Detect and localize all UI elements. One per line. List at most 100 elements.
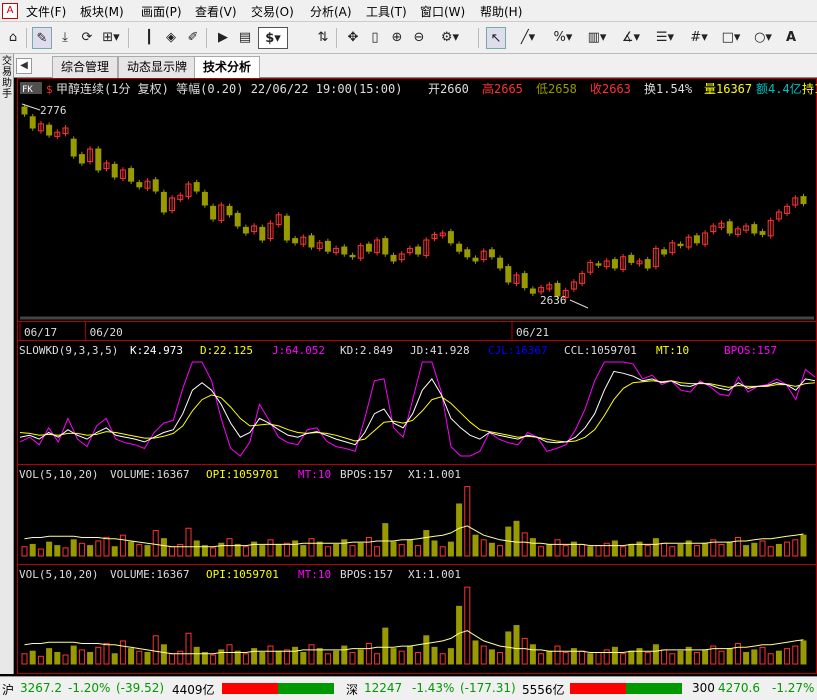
gear-icon[interactable]: ⚙▾ bbox=[436, 27, 464, 49]
volume-bar bbox=[784, 541, 791, 557]
candle-body bbox=[70, 138, 77, 157]
angle-icon[interactable]: ∡▾ bbox=[618, 27, 644, 49]
tab-back-icon[interactable]: ◀ bbox=[16, 58, 32, 74]
download-icon[interactable]: ⤓ bbox=[56, 27, 74, 49]
volume-bar bbox=[734, 643, 741, 665]
candle-body bbox=[242, 226, 249, 234]
move-icon[interactable]: ✥ bbox=[344, 27, 362, 49]
zoom-in-icon[interactable]: ⊕ bbox=[388, 27, 406, 49]
volume-bar bbox=[652, 644, 659, 665]
sh-amount: 4409亿 bbox=[172, 683, 215, 697]
candle-body bbox=[324, 240, 331, 252]
text-icon[interactable]: A bbox=[782, 27, 800, 49]
pause-icon[interactable]: ▯ bbox=[366, 27, 384, 49]
candle-body bbox=[759, 231, 766, 235]
volume-bar bbox=[513, 625, 520, 665]
cursor-icon[interactable]: ↖ bbox=[486, 27, 506, 49]
tab-overview[interactable]: 综合管理 bbox=[52, 56, 119, 78]
candle-body bbox=[529, 288, 536, 294]
volume-bar bbox=[423, 635, 430, 665]
volume-bar bbox=[497, 651, 504, 665]
dollar-icon[interactable]: $▾ bbox=[258, 27, 288, 49]
volume-bar bbox=[661, 649, 668, 665]
home-icon[interactable]: ⌂ bbox=[4, 27, 22, 49]
zoom-out-icon[interactable]: ⊖ bbox=[410, 27, 428, 49]
volume-bar bbox=[480, 645, 487, 665]
trade-assistant-tab[interactable]: 交易助手 bbox=[1, 56, 13, 116]
volume-bar bbox=[538, 653, 545, 665]
volume-bar bbox=[283, 542, 290, 557]
menu-view-pane[interactable]: 画面(P) bbox=[141, 3, 182, 20]
hlines-icon[interactable]: ☰▾ bbox=[652, 27, 678, 49]
candle-body bbox=[210, 205, 217, 220]
volume-bar bbox=[21, 653, 28, 665]
volume-bar bbox=[128, 541, 135, 557]
menu-view[interactable]: 查看(V) bbox=[195, 3, 237, 20]
menu-window[interactable]: 窗口(W) bbox=[420, 3, 465, 20]
menu-trade[interactable]: 交易(O) bbox=[251, 3, 294, 20]
candle-body bbox=[152, 179, 159, 192]
hashgrid-icon[interactable]: #▾ bbox=[686, 27, 712, 49]
refresh-icon[interactable]: ⟳ bbox=[78, 27, 96, 49]
pencil-icon[interactable]: ✎ bbox=[32, 27, 52, 49]
chart-area[interactable]: FK $ 甲醇连续(1分 复权) 等幅(0.20) 22/06/22 19:00… bbox=[14, 78, 817, 674]
volume-bar bbox=[431, 646, 438, 665]
volume-bar bbox=[800, 640, 807, 665]
candle-body bbox=[488, 249, 495, 258]
slowkd-kd: KD:2.849 bbox=[340, 344, 393, 357]
volume-bar bbox=[316, 648, 323, 665]
grid-icon[interactable]: ⊞▾ bbox=[100, 27, 122, 49]
volume-bar bbox=[775, 650, 782, 665]
volume-bar bbox=[46, 541, 53, 557]
volume-bar bbox=[300, 651, 307, 665]
tab-dynamic-board[interactable]: 动态显示牌 bbox=[118, 56, 197, 78]
circle-icon[interactable]: ○▾ bbox=[750, 27, 776, 49]
percent-icon[interactable]: %▾ bbox=[550, 27, 576, 49]
candle-body bbox=[497, 257, 504, 269]
volume-bar bbox=[456, 503, 463, 557]
candle-body bbox=[136, 182, 143, 188]
candle-body bbox=[111, 163, 118, 178]
rect-icon[interactable]: □▾ bbox=[718, 27, 744, 49]
app-icon: A bbox=[2, 3, 18, 19]
menu-analysis[interactable]: 分析(A) bbox=[310, 3, 352, 20]
line-icon[interactable]: ╱▾ bbox=[516, 27, 540, 49]
volume-bar bbox=[726, 541, 733, 557]
volume-bar bbox=[743, 651, 750, 665]
volume-bar bbox=[78, 542, 85, 557]
vol1-layer bbox=[21, 486, 807, 557]
candle-body bbox=[800, 196, 807, 205]
volume-bar bbox=[275, 650, 282, 665]
amount-value: 额4.4亿 bbox=[756, 81, 802, 96]
doc-icon[interactable]: ▤ bbox=[236, 27, 254, 49]
play-icon[interactable]: ▶ bbox=[214, 27, 232, 49]
volume-bar bbox=[513, 520, 520, 557]
sz-breadth-up bbox=[570, 683, 626, 694]
chart-svg[interactable]: FK $ 甲醇连续(1分 复权) 等幅(0.20) 22/06/22 19:00… bbox=[14, 78, 817, 674]
candle-body bbox=[464, 249, 471, 258]
diamond-icon[interactable]: ◈ bbox=[162, 27, 180, 49]
menu-sector[interactable]: 板块(M) bbox=[80, 3, 124, 20]
transfer-icon[interactable]: ⇅ bbox=[314, 27, 332, 49]
menu-help[interactable]: 帮助(H) bbox=[480, 3, 522, 20]
candle-body bbox=[128, 168, 135, 182]
volume-bar bbox=[751, 649, 758, 665]
candle-body bbox=[382, 238, 389, 255]
tab-technical-analysis[interactable]: 技术分析 bbox=[194, 56, 261, 79]
candle-body bbox=[292, 238, 299, 244]
menu-file[interactable]: 文件(F) bbox=[26, 3, 66, 20]
candle-icon[interactable]: ┃ bbox=[140, 27, 158, 49]
ruler-icon[interactable]: ▥▾ bbox=[584, 27, 610, 49]
volume-bar bbox=[767, 546, 774, 557]
volume-bar bbox=[546, 650, 553, 665]
volume-bar bbox=[341, 539, 348, 557]
slowkd-name: SLOWKD(9,3,3,5) bbox=[19, 344, 118, 357]
menu-bar: A 文件(F) 板块(M) 画面(P) 查看(V) 交易(O) 分析(A) 工具… bbox=[0, 0, 817, 22]
edit-icon[interactable]: ✐ bbox=[184, 27, 202, 49]
menu-tools[interactable]: 工具(T) bbox=[366, 3, 407, 20]
volume-bar bbox=[70, 539, 77, 557]
sh-change: (-39.52) bbox=[116, 681, 165, 695]
date-label: 06/20 bbox=[90, 326, 123, 339]
sh-breadth-down bbox=[278, 683, 334, 694]
close-price: 收2663 bbox=[590, 82, 631, 96]
